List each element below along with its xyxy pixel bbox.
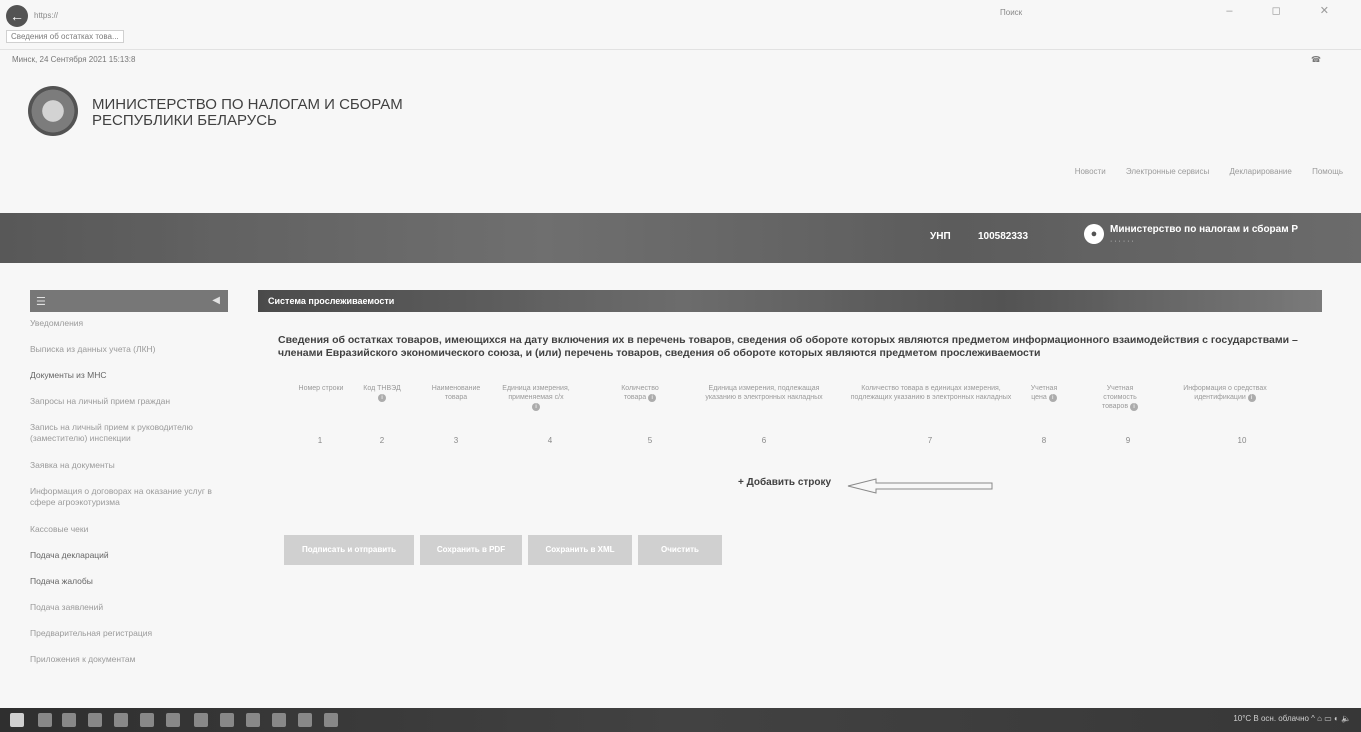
col-header-goods-name: Наименование товара — [426, 384, 486, 402]
app-icon[interactable] — [220, 713, 234, 727]
nav-declaring[interactable]: Декларирование — [1230, 167, 1292, 176]
top-navigation: Новости Электронные сервисы Декларирован… — [1057, 167, 1343, 176]
back-arrow-icon[interactable]: ← — [6, 5, 28, 27]
col-header-unit: Единица измерения, применяемая с/х i — [496, 384, 576, 411]
table-header: Номер строки Код ТНВЭД i Наименование тов… — [0, 384, 1361, 424]
col-header-label: Номер строки — [298, 385, 344, 392]
app-icon[interactable] — [324, 713, 338, 727]
windows-taskbar: 10°C В осн. облачно ^ ⌂ ▭ ◐ 🔈 — [0, 708, 1361, 732]
col-header-row-number: Номер строки — [296, 384, 346, 393]
sidebar-item-applications[interactable]: Подача заявлений — [30, 602, 230, 628]
col-header-label: Наименование товара — [431, 385, 481, 401]
top-right-info: ☎ — [1311, 55, 1321, 64]
window-controls[interactable]: – ◻ ✕ — [1226, 4, 1347, 17]
hamburger-icon[interactable]: ☰ — [36, 295, 46, 308]
search-icon[interactable] — [38, 713, 52, 727]
info-icon[interactable]: i — [1048, 394, 1057, 402]
weather-text[interactable]: 10°C В осн. облачно — [1233, 714, 1309, 723]
col-number: 1 — [317, 436, 323, 445]
info-icon[interactable]: i — [378, 394, 386, 402]
sidebar-item-receipts[interactable]: Кассовые чеки — [30, 524, 230, 550]
col-header-cost: Учетная стоимость товаров i — [1090, 384, 1150, 411]
col-number: 3 — [453, 436, 459, 445]
unp-label: УНП — [930, 231, 951, 242]
col-header-price: Учетная цена i — [1024, 384, 1064, 402]
user-name[interactable]: Министерство по налогам и сборам Р — [1110, 224, 1298, 235]
sidebar-item-document-request[interactable]: Заявка на документы — [30, 460, 230, 486]
sidebar-item-agrotourism[interactable]: Информация о договорах на оказание услуг… — [30, 486, 230, 524]
sidebar-menu: Уведомления Выписка из данных учета (ЛКН… — [30, 318, 230, 680]
nav-help[interactable]: Помощь — [1312, 167, 1343, 176]
sidebar-item-complaint[interactable]: Подача жалобы — [30, 576, 230, 602]
nav-news[interactable]: Новости — [1075, 167, 1106, 176]
col-header-label: Единица измерения, подлежащая указанию в… — [705, 385, 823, 401]
browser-tab-row: Сведения об остатках това... — [6, 30, 124, 43]
info-icon[interactable]: i — [1247, 394, 1256, 402]
sidebar-toggle[interactable]: ☰ ◀ — [30, 290, 228, 312]
browser-toolbar: ← https:// Поиск – ◻ ✕ Сведения об остат… — [0, 0, 1361, 50]
app-icon[interactable] — [272, 713, 286, 727]
ministry-title-line2: РЕСПУБЛИКИ БЕЛАРУСЬ — [92, 112, 277, 129]
clear-button[interactable]: Очистить — [638, 535, 722, 565]
col-header-label: Количество товара в единицах измерения, … — [850, 385, 1012, 401]
sidebar-item-preregistration[interactable]: Предварительная регистрация — [30, 628, 230, 654]
col-number: 7 — [927, 436, 933, 445]
address-bar[interactable]: https:// — [34, 6, 994, 26]
app-icon[interactable] — [298, 713, 312, 727]
col-number: 5 — [647, 436, 653, 445]
user-avatar-icon[interactable]: ● — [1084, 224, 1104, 244]
col-header-label: Код ТНВЭД — [363, 385, 401, 392]
col-number: 8 — [1041, 436, 1047, 445]
info-icon[interactable]: i — [648, 394, 657, 402]
sidebar-item-declarations[interactable]: Подача деклараций — [30, 550, 230, 576]
col-number: 6 — [761, 436, 767, 445]
sign-and-send-button[interactable]: Подписать и отправить — [284, 535, 414, 565]
col-header-einvoice-quantity: Количество товара в единицах измерения, … — [846, 384, 1016, 402]
col-header-quantity: Количество товара i — [610, 384, 670, 402]
browser-tab[interactable]: Сведения об остатках това... — [6, 30, 124, 43]
col-number: 2 — [379, 436, 385, 445]
add-row-button[interactable]: + Добавить строку — [738, 477, 831, 488]
app-icon[interactable] — [114, 713, 128, 727]
collapse-icon[interactable]: ◀ — [212, 295, 220, 306]
browser-search-input[interactable]: Поиск — [1000, 8, 1022, 17]
app-icon[interactable] — [166, 713, 180, 727]
form-description: Сведения об остатках товаров, имеющихся … — [278, 334, 1298, 359]
col-number: 9 — [1125, 436, 1131, 445]
annotation-arrow-icon — [847, 478, 993, 494]
ministry-title: МИНИСТЕРСТВО ПО НАЛОГАМ И СБОРАМ РЕСПУБЛ… — [92, 97, 403, 129]
start-icon[interactable] — [10, 713, 24, 727]
info-icon[interactable]: i — [1130, 403, 1138, 411]
chrome-icon[interactable] — [194, 713, 208, 727]
save-pdf-button[interactable]: Сохранить в PDF — [420, 535, 522, 565]
panel-title: Система прослеживаемости — [258, 290, 1322, 312]
col-header-identification: Информация о средствах идентификации i — [1180, 384, 1270, 402]
col-number: 4 — [547, 436, 553, 445]
info-icon[interactable]: i — [532, 403, 540, 411]
sidebar-item-attachments[interactable]: Приложения к документам — [30, 654, 230, 680]
edge-icon[interactable] — [88, 713, 102, 727]
ministry-title-line1: МИНИСТЕРСТВО ПО НАЛОГАМ И СБОРАМ — [92, 96, 403, 113]
nav-e-services[interactable]: Электронные сервисы — [1126, 167, 1209, 176]
save-xml-button[interactable]: Сохранить в XML — [528, 535, 632, 565]
col-header-tnved: Код ТНВЭД i — [362, 384, 402, 402]
system-tray[interactable]: 10°C В осн. облачно ^ ⌂ ▭ ◐ 🔈 — [1233, 714, 1351, 723]
app-icon[interactable] — [140, 713, 154, 727]
user-subtitle: · · · · · · — [1110, 238, 1134, 245]
current-datetime: Минск, 24 Сентября 2021 15:13:8 — [12, 55, 136, 64]
app-icon[interactable] — [246, 713, 260, 727]
col-number: 10 — [1237, 436, 1247, 445]
unp-selector[interactable]: 100582333 — [978, 231, 1028, 242]
col-header-einvoice-unit: Единица измерения, подлежащая указанию в… — [694, 384, 834, 402]
sidebar-item-statement[interactable]: Выписка из данных учета (ЛКН) — [30, 344, 230, 370]
account-bar — [0, 213, 1361, 263]
sidebar-item-notifications[interactable]: Уведомления — [30, 318, 230, 344]
col-header-label: Единица измерения, применяемая с/х — [502, 385, 570, 401]
task-view-icon[interactable] — [62, 713, 76, 727]
ministry-logo[interactable] — [28, 86, 78, 136]
sidebar-item-reception-booking[interactable]: Запись на личный прием к руководителю (з… — [30, 422, 230, 460]
